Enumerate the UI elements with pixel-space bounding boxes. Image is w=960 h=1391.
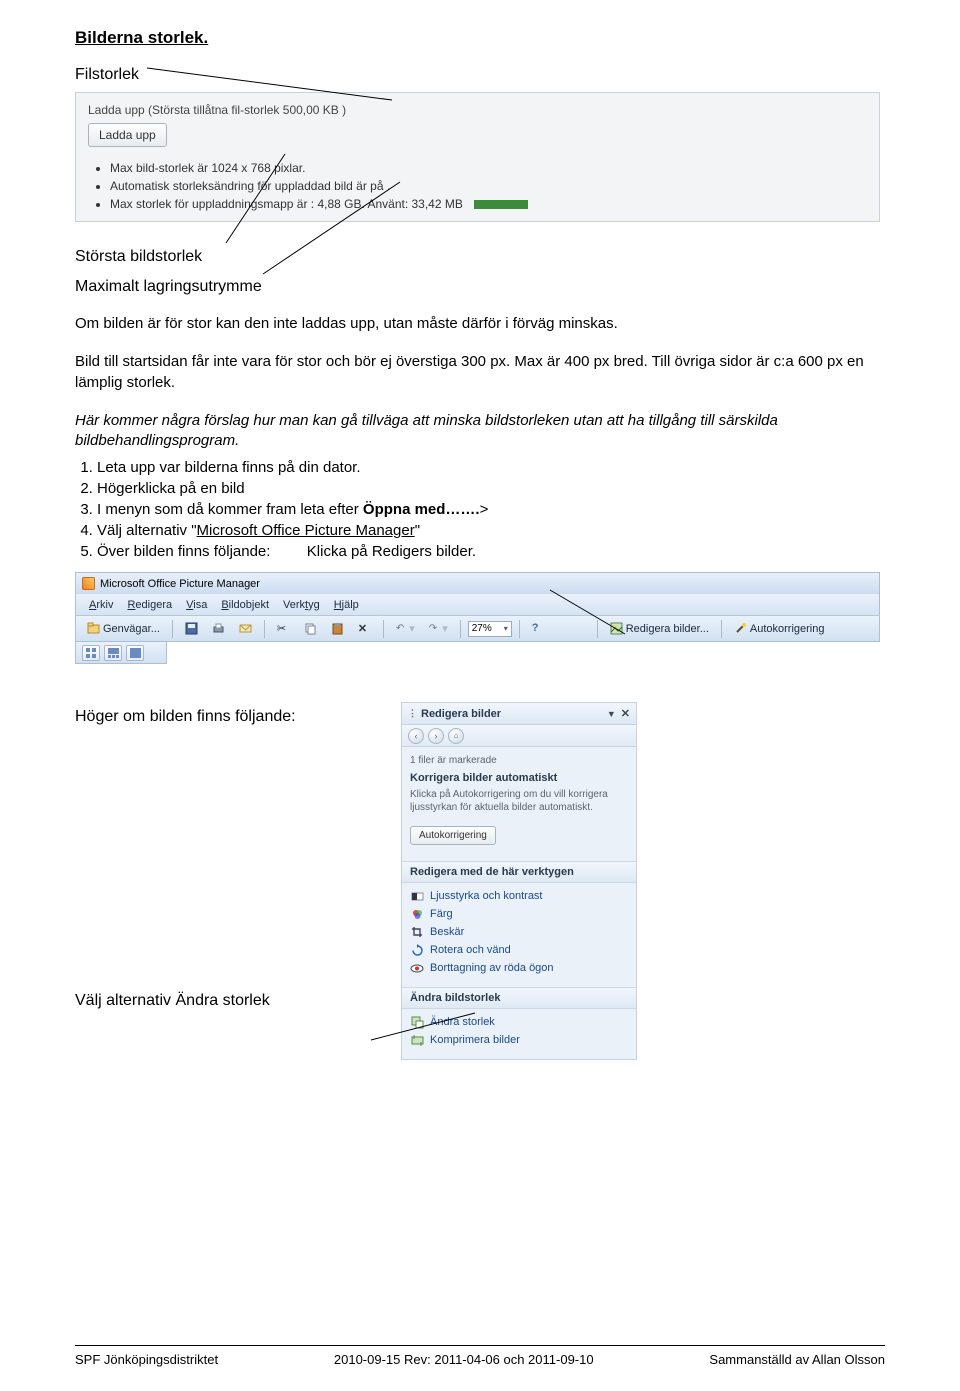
step-text: Välj alternativ " [97, 522, 197, 539]
upload-info-item: Automatisk storleksändring för uppladdad… [110, 177, 867, 195]
panel-title: Redigera bilder [421, 708, 501, 720]
eye-icon [410, 961, 424, 975]
tool-color[interactable]: Färg [410, 905, 628, 923]
brightness-icon [410, 889, 424, 903]
upload-storage-text: Max storlek för uppladdningsmapp är : 4,… [110, 197, 463, 211]
section-heading: Korrigera bilder automatiskt [410, 772, 628, 784]
right-of-image-label: Höger om bilden finns följande: [75, 702, 385, 726]
crop-icon [410, 925, 424, 939]
tool-crop[interactable]: Beskär [410, 923, 628, 941]
page-title: Bilderna storlek. [75, 28, 885, 48]
tool-redeye[interactable]: Borttagning av röda ögon [410, 959, 628, 977]
step-text: " [415, 522, 420, 539]
storage-bar [474, 200, 528, 209]
footer-center: 2010-09-15 Rev: 2011-04-06 och 2011-09-1… [334, 1352, 594, 1367]
tool-label: Beskär [430, 926, 464, 938]
step-text: Över bilden finns följande: [97, 543, 270, 560]
close-icon[interactable]: ✕ [621, 707, 630, 720]
footer-right: Sammanställd av Allan Olsson [709, 1352, 885, 1367]
chevron-down-icon[interactable]: ▼ [607, 709, 616, 719]
step: Välj alternativ "Microsoft Office Pictur… [97, 520, 885, 541]
upload-info-item: Max storlek för uppladdningsmapp är : 4,… [110, 195, 867, 213]
autocorrect-btn[interactable]: Autokorrigering [410, 826, 496, 845]
mopm-window: Microsoft Office Picture Manager Arkiv R… [75, 572, 880, 664]
color-icon [410, 907, 424, 921]
step: I menyn som då kommer fram leta efter Öp… [97, 499, 885, 520]
rotate-icon [410, 943, 424, 957]
callout-arrow [75, 988, 575, 1068]
tool-label: Ljusstyrka och kontrast [430, 890, 543, 902]
callout-maxstorage: Maximalt lagringsutrymme [75, 278, 885, 296]
tool-label: Borttagning av röda ögon [430, 962, 554, 974]
panel-titlebar: ⋮ Redigera bilder ▼ ✕ [402, 703, 636, 725]
home-icon[interactable]: ⌂ [448, 728, 464, 744]
section-heading: Redigera med de här verktygen [402, 861, 636, 883]
page-footer: SPF Jönköpingsdistriktet 2010-09-15 Rev:… [75, 1345, 885, 1367]
steps-list: Leta upp var bilderna finns på din dator… [75, 457, 885, 562]
upload-info-item: Max bild-storlek är 1024 x 768 pixlar. [110, 159, 867, 177]
upload-info-list: Max bild-storlek är 1024 x 768 pixlar. A… [110, 159, 867, 213]
footer-left: SPF Jönköpingsdistriktet [75, 1352, 218, 1367]
grip-icon: ⋮ [408, 708, 417, 719]
tool-list: Ljusstyrka och kontrast Färg Beskär Rote… [410, 887, 628, 977]
forward-icon[interactable]: › [428, 728, 444, 744]
step-text: > [480, 501, 489, 518]
step: Högerklicka på en bild [97, 478, 885, 499]
callout-filesize: Filstorlek [75, 66, 885, 84]
step-bold: Öppna med……. [363, 501, 480, 518]
back-icon[interactable]: ‹ [408, 728, 424, 744]
tool-label: Rotera och vänd [430, 944, 511, 956]
paragraph: Om bilden är för stor kan den inte ladda… [75, 314, 885, 334]
step: Över bilden finns följande: Klicka på Re… [97, 541, 885, 562]
upload-panel: Ladda upp (Största tillåtna fil-storlek … [75, 92, 880, 222]
tool-label: Färg [430, 908, 453, 920]
files-marked: 1 filer är markerade [410, 755, 628, 766]
upload-title: Ladda upp (Största tillåtna fil-storlek … [88, 103, 867, 117]
panel-nav: ‹ › ⌂ [402, 725, 636, 747]
autocorrect-desc: Klicka på Autokorrigering om du vill kor… [410, 788, 628, 814]
step-underline: Microsoft Office Picture Manager [197, 522, 415, 539]
tool-brightness[interactable]: Ljusstyrka och kontrast [410, 887, 628, 905]
paragraph: Bild till startsidan får inte vara för s… [75, 352, 885, 393]
paragraph-italic: Här kommer några förslag hur man kan gå … [75, 411, 885, 452]
callout-maxsize: Största bildstorlek [75, 248, 885, 266]
step-text: I menyn som då kommer fram leta efter [97, 501, 363, 518]
step: Leta upp var bilderna finns på din dator… [97, 457, 885, 478]
upload-button[interactable]: Ladda upp [88, 123, 167, 147]
callout-arrow [75, 572, 880, 672]
step-text: Klicka på Redigers bilder. [307, 543, 476, 560]
tool-rotate[interactable]: Rotera och vänd [410, 941, 628, 959]
